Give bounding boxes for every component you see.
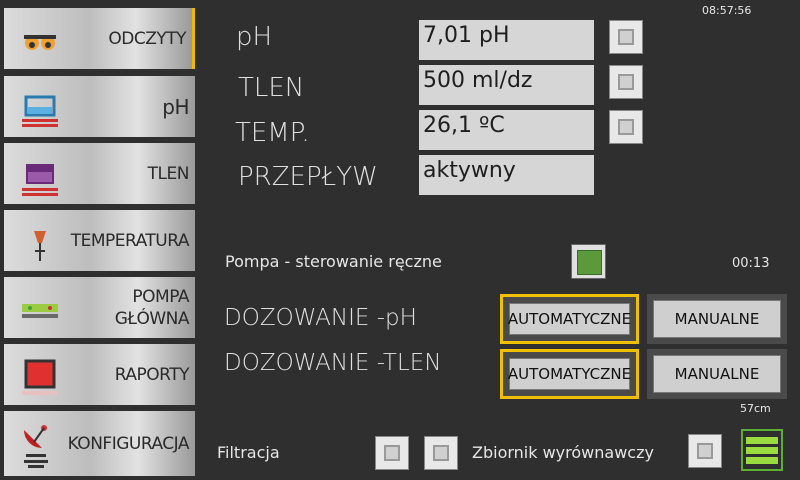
sidebar-item-ph[interactable]: pH [4,76,195,137]
sidebar-item-label: ODCZYTY [108,28,186,49]
button-label: AUTOMATYCZNE [508,303,631,335]
temp-label: TEMP. [235,118,310,148]
sidebar-item-label: pH [162,94,189,119]
pump-manual-toggle[interactable] [571,244,606,279]
tank-level-icon [741,429,783,471]
pump-icon [14,284,66,332]
sidebar-item-label: TEMPERATURA [70,230,190,251]
thermometer-icon [14,217,66,265]
ph-value: 7,01 pH [419,20,594,60]
pump-timer: 00:13 [732,256,770,271]
flow-value: aktywny [419,155,594,195]
report-icon [14,351,66,399]
button-label: AUTOMATYCZNE [508,358,631,390]
temp-value: 26,1 ºC [419,110,594,150]
sidebar-item-temperatura[interactable]: TEMPERATURA [4,210,195,271]
sidebar-item-raporty[interactable]: RAPORTY [4,344,195,405]
oxygen-label: TLEN [238,73,305,103]
antenna-icon [14,420,66,468]
dosing-ph-label: DOZOWANIE -pH [224,305,417,331]
tank-checkbox[interactable] [688,434,722,468]
sidebar-item-odczyty[interactable]: ODCZYTY [4,8,195,69]
beaker-icon [14,83,66,131]
sidebar-item-label-line1: POMPA [132,286,189,307]
oxygen-checkbox[interactable] [609,65,643,99]
pump-manual-label: Pompa - sterowanie ręczne [225,252,442,271]
active-indicator [577,250,602,275]
clock: 08:57:56 [702,4,752,17]
button-label: MANUALNE [653,355,781,393]
sidebar-item-label: KONFIGURACJA [67,433,190,454]
sidebar-item-label: POMPA GŁÓWNA [66,286,195,330]
dosing-oxygen-manual-button[interactable]: MANUALNE [647,349,787,399]
temp-checkbox[interactable] [609,110,643,144]
filtration-label: Filtracja [217,443,280,462]
tank-icon [14,150,66,198]
filtration-checkbox-1[interactable] [375,436,409,470]
readings-icon [14,15,66,63]
tank-label: Zbiornik wyrównawczy [472,443,654,462]
flow-label: PRZEPŁYW [238,162,378,192]
dosing-oxygen-auto-button[interactable]: AUTOMATYCZNE [500,349,639,399]
dosing-oxygen-label: DOZOWANIE -TLEN [224,350,442,376]
ph-checkbox[interactable] [609,20,643,54]
sidebar-item-label: RAPORTY [114,364,190,385]
sidebar-item-pompa-glowna[interactable]: POMPA GŁÓWNA [4,277,195,338]
oxygen-value: 500 ml/dz [419,65,594,105]
sidebar-item-label-line2: GŁÓWNA [114,308,190,329]
tank-level: 57cm [740,402,771,415]
ph-label: pH [236,22,273,52]
dosing-ph-auto-button[interactable]: AUTOMATYCZNE [500,294,639,344]
dosing-ph-manual-button[interactable]: MANUALNE [647,294,787,344]
sidebar-item-konfiguracja[interactable]: KONFIGURACJA [4,411,195,476]
sidebar-item-tlen[interactable]: TLEN [4,143,195,204]
button-label: MANUALNE [653,300,781,338]
sidebar-item-label: TLEN [147,163,190,184]
filtration-checkbox-2[interactable] [424,436,458,470]
